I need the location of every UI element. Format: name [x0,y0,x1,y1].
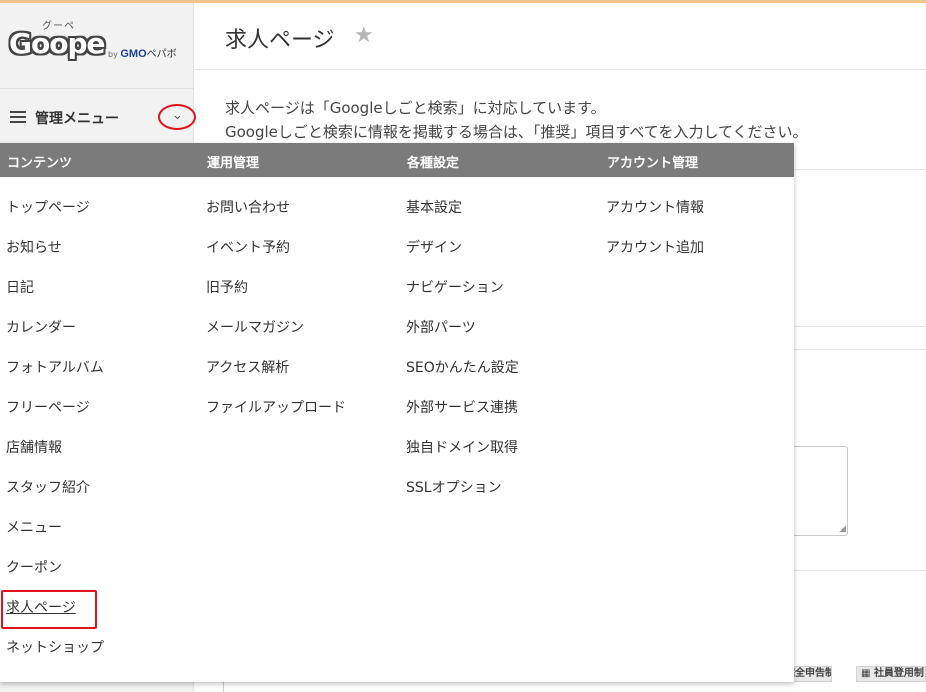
heading-contents: コンテンツ [7,156,73,171]
chevron-down-button[interactable]: ⌄ [158,104,196,130]
logo-gmo: GMO [120,48,147,60]
logo[interactable]: グーペ Goope by GMOペパボ [0,3,194,89]
menu-item-add-account[interactable]: アカウント追加 [606,238,704,258]
dropdown-header: コンテンツ 運用管理 各種設定 アカウント管理 [0,143,794,177]
menu-item-external-services[interactable]: 外部サービス連携 [406,398,518,418]
menu-item-basic-settings[interactable]: 基本設定 [406,198,462,218]
menu-item-net-shop[interactable]: ネットショップ [6,638,104,658]
menu-item-design[interactable]: デザイン [406,238,462,258]
menu-item-inquiry[interactable]: お問い合わせ [206,198,290,218]
menu-item-store-info[interactable]: 店舗情報 [6,438,62,458]
logo-pepabo: ペパボ [146,49,177,60]
menu-item-external-parts[interactable]: 外部パーツ [406,318,476,338]
menu-item-event-reservation[interactable]: イベント予約 [206,238,290,258]
management-menu-toggle[interactable]: 管理メニュー ⌄ [0,93,196,143]
logo-wordmark: Goope [9,27,105,60]
menu-item-menu[interactable]: メニュー [6,518,62,538]
menu-item-staff[interactable]: スタッフ紹介 [6,478,90,498]
heading-account: アカウント管理 [607,156,699,171]
page-header: 求人ページ ★ [195,3,926,70]
menu-item-ssl-option[interactable]: SSLオプション [406,478,502,498]
chevron-down-icon: ⌄ [172,108,183,123]
resize-grip-icon[interactable]: ◢ [839,524,846,534]
description-line-2: Googleしごと検索に情報を掲載する場合は、「推奨」項目すべてを入力してくださ… [225,123,808,141]
menu-item-coupon[interactable]: クーポン [6,558,62,578]
page-description: 求人ページは「Googleしごと検索」に対応しています。 Googleしごと検索… [225,96,808,144]
menu-item-navigation[interactable]: ナビゲーション [406,278,504,298]
menu-item-photo-album[interactable]: フォトアルバム [6,358,104,378]
heading-settings: 各種設定 [407,156,460,171]
menu-item-top-page[interactable]: トップページ [6,198,90,218]
textarea-field[interactable]: ◢ [790,446,848,536]
logo-by-text: by [108,50,118,59]
hamburger-menu-icon [10,111,26,124]
menu-item-file-upload[interactable]: ファイルアップロード [206,398,346,418]
menu-item-custom-domain[interactable]: 独自ドメイン取得 [406,438,518,458]
menu-item-access-analytics[interactable]: アクセス解析 [206,358,289,378]
menu-item-mail-magazine[interactable]: メールマガジン [206,318,304,338]
menu-item-old-reservation[interactable]: 旧予約 [206,278,248,298]
page-title: 求人ページ [225,28,335,53]
management-menu-title: 管理メニュー [35,111,119,127]
logo-by-gmo: by GMOペパボ [108,45,177,60]
menu-item-free-page[interactable]: フリーページ [6,398,90,418]
description-line-1: 求人ページは「Googleしごと検索」に対応しています。 [225,99,606,117]
heading-operations: 運用管理 [207,156,260,171]
highlight-annotation [1,590,97,629]
star-icon[interactable]: ★ [354,23,374,48]
menu-item-seo-settings[interactable]: SEOかんたん設定 [406,358,519,378]
menu-item-diary[interactable]: 日記 [6,278,34,298]
menu-item-news[interactable]: お知らせ [6,238,62,258]
badge-right: ▦ 社員登用制 [856,666,926,682]
management-menu-dropdown: コンテンツ 運用管理 各種設定 アカウント管理 トップページ お知らせ 日記 カ… [0,143,794,682]
menu-item-account-info[interactable]: アカウント情報 [606,198,704,218]
menu-item-calendar[interactable]: カレンダー [6,318,76,338]
